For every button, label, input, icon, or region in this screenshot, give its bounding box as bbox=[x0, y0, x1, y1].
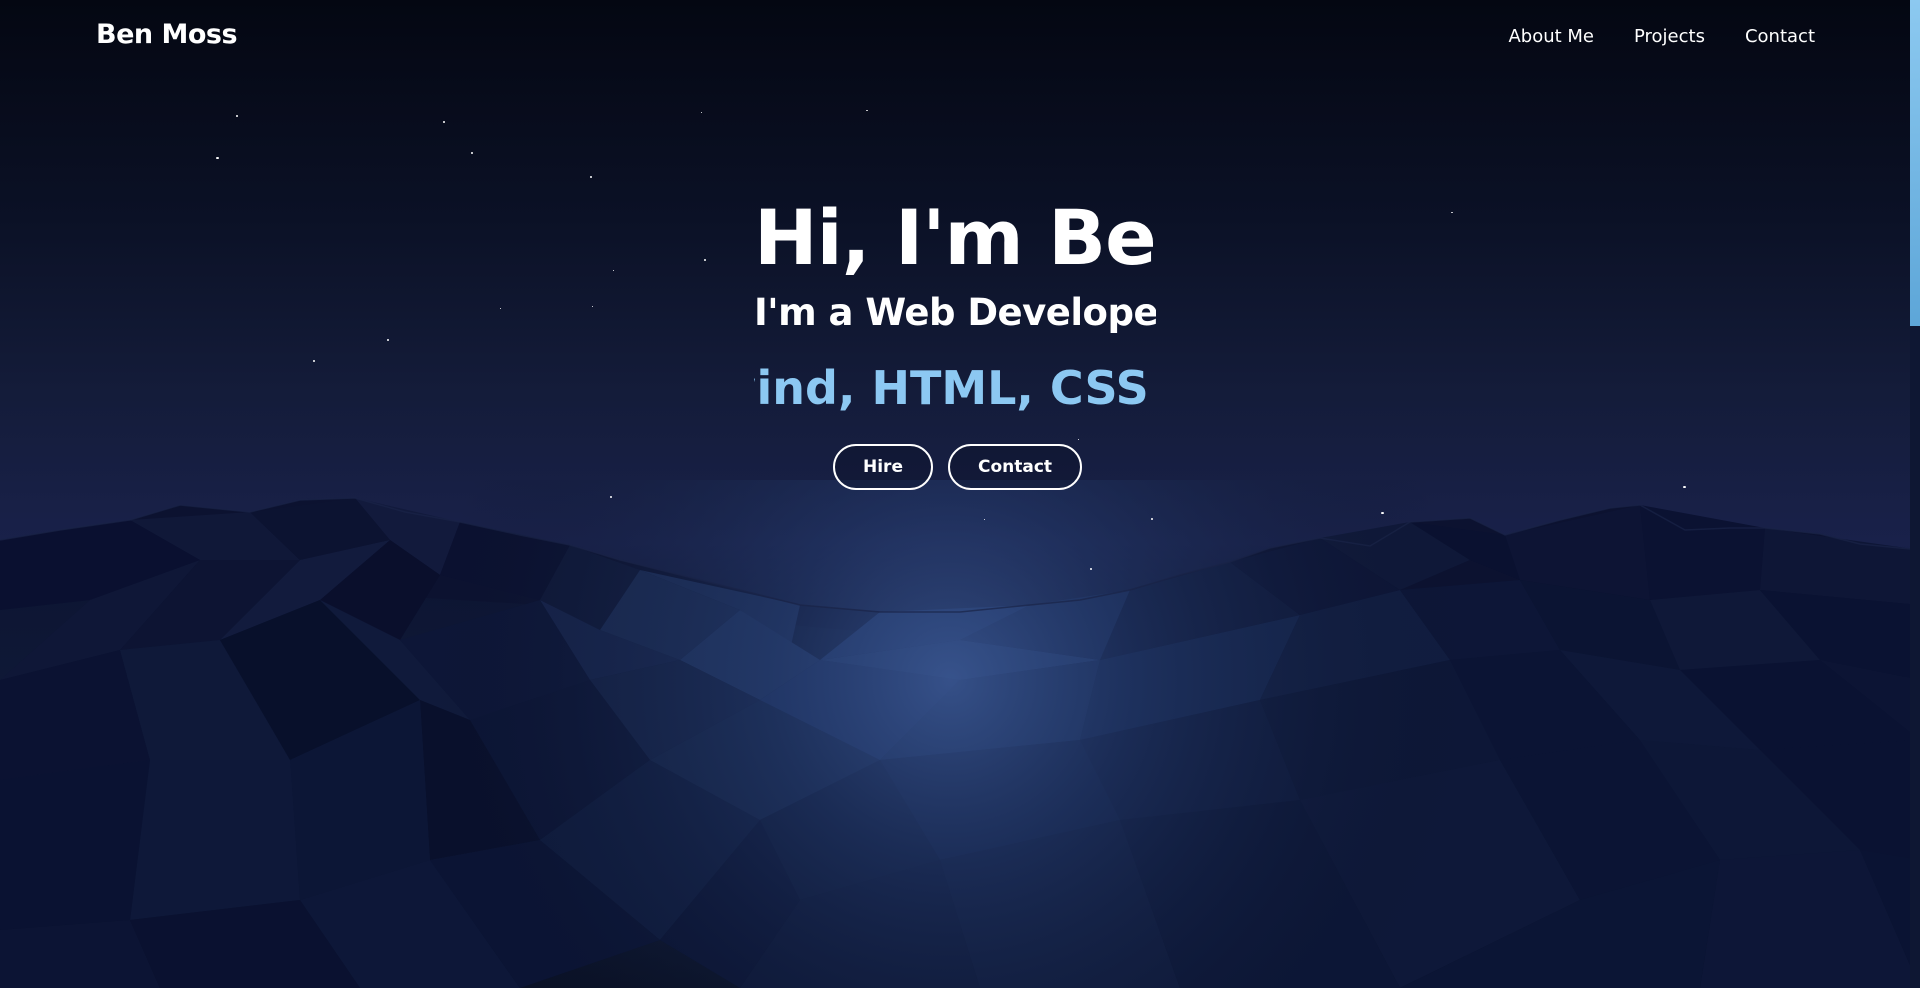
skills-ticker: Tailwind, HTML, CSS bbox=[754, 361, 1149, 415]
star bbox=[236, 115, 238, 117]
hero-buttons: Hire Contact bbox=[833, 444, 1083, 490]
star bbox=[1451, 212, 1453, 213]
star bbox=[704, 259, 706, 261]
star bbox=[443, 121, 445, 123]
hero-title: Hi, I'm Ben bbox=[754, 193, 1156, 282]
nav-links: About Me Projects Contact bbox=[1508, 26, 1815, 47]
hero-section: Hi, I'm Ben I'm a Web Developer Tailwind… bbox=[754, 190, 1156, 416]
star bbox=[1381, 512, 1384, 514]
star bbox=[216, 157, 219, 159]
star bbox=[1151, 518, 1153, 520]
low-poly-landscape bbox=[0, 480, 1920, 988]
nav-link-about-me[interactable]: About Me bbox=[1508, 26, 1594, 47]
star bbox=[613, 270, 614, 271]
star bbox=[866, 110, 868, 111]
hero-subtitle: I'm a Web Developer bbox=[754, 291, 1156, 334]
star bbox=[701, 112, 702, 113]
star bbox=[590, 176, 592, 178]
star bbox=[313, 360, 315, 362]
brand-logo[interactable]: Ben Moss bbox=[96, 19, 238, 50]
star bbox=[610, 496, 612, 498]
hire-button[interactable]: Hire bbox=[833, 444, 933, 490]
star bbox=[500, 308, 501, 309]
skills-ticker-window: Tailwind, HTML, CSS bbox=[754, 360, 1156, 416]
nav-link-contact[interactable]: Contact bbox=[1745, 26, 1815, 47]
contact-button[interactable]: Contact bbox=[947, 444, 1083, 490]
star bbox=[592, 306, 593, 307]
nav-link-projects[interactable]: Projects bbox=[1634, 26, 1705, 47]
navbar: Ben Moss About Me Projects Contact bbox=[0, 0, 1920, 76]
star bbox=[471, 152, 473, 154]
page: Ben Moss About Me Projects Contact Hi, I… bbox=[0, 0, 1920, 988]
star bbox=[984, 519, 985, 520]
star bbox=[1078, 439, 1079, 440]
star bbox=[387, 339, 389, 341]
star bbox=[1683, 486, 1686, 488]
star bbox=[1090, 568, 1092, 570]
scrollbar-thumb[interactable] bbox=[1910, 0, 1920, 326]
